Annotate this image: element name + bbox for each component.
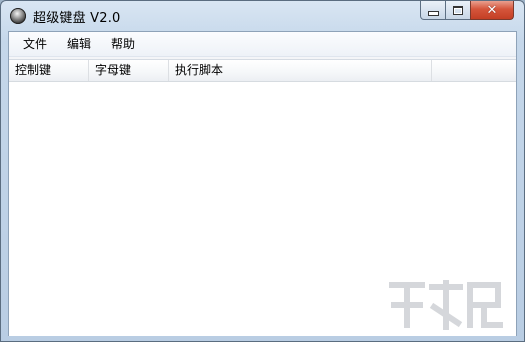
title-bar[interactable]: 超级键盘 V2.0 ✕ (1, 1, 524, 31)
list-header: 控制键 字母键 执行脚本 (9, 60, 516, 82)
menu-help[interactable]: 帮助 (103, 34, 143, 54)
menu-edit[interactable]: 编辑 (59, 34, 99, 54)
menu-bar: 文件 编辑 帮助 (9, 32, 516, 57)
column-header-letter-key[interactable]: 字母键 (89, 60, 169, 81)
maximize-button[interactable] (445, 1, 471, 20)
hotkey-list[interactable]: 控制键 字母键 执行脚本 (9, 59, 516, 336)
column-header-control-key[interactable]: 控制键 (9, 60, 89, 81)
minimize-button[interactable] (420, 1, 446, 20)
app-icon[interactable] (10, 8, 26, 24)
watermark-logo (389, 280, 503, 330)
column-header-filler (432, 60, 516, 81)
column-header-script[interactable]: 执行脚本 (169, 60, 432, 81)
client-area: 文件 编辑 帮助 控制键 字母键 执行脚本 (8, 31, 517, 336)
close-button[interactable]: ✕ (470, 1, 514, 20)
app-window: 超级键盘 V2.0 ✕ 文件 编辑 帮助 控制键 字母键 执行脚本 (0, 0, 525, 342)
maximize-icon (453, 5, 463, 15)
close-icon: ✕ (486, 2, 498, 18)
menu-file[interactable]: 文件 (15, 34, 55, 54)
window-title: 超级键盘 V2.0 (33, 11, 121, 26)
minimize-icon (427, 10, 439, 16)
